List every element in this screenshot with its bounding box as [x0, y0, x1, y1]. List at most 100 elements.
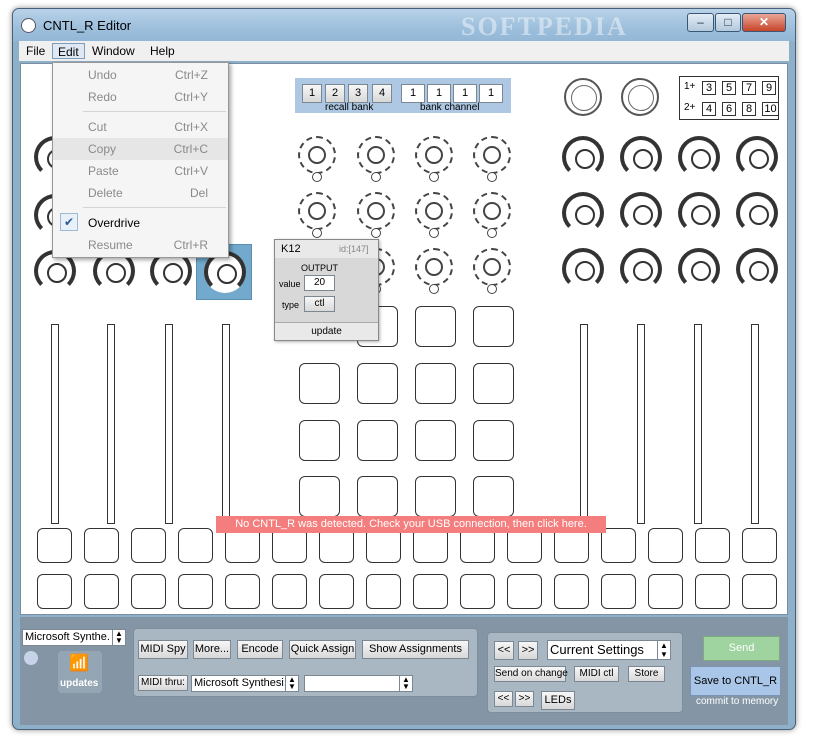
- button-row2-10[interactable]: [460, 574, 495, 609]
- knob-r3-2[interactable]: [620, 248, 662, 290]
- maximize-button[interactable]: □: [715, 13, 741, 32]
- menu-window[interactable]: Window: [87, 43, 140, 59]
- inspector-type-field[interactable]: ctl: [304, 296, 335, 312]
- midi-thru-select-2[interactable]: ▲ ▼: [304, 675, 413, 692]
- menu-item-undo[interactable]: Undo Ctrl+Z: [53, 64, 228, 86]
- button-row2-9[interactable]: [413, 574, 448, 609]
- pad-4-2[interactable]: [357, 476, 398, 517]
- show-assignments-button[interactable]: Show Assignments: [362, 640, 469, 659]
- settings-next-button[interactable]: >>: [518, 641, 538, 660]
- menu-item-paste[interactable]: Paste Ctrl+V: [53, 160, 228, 182]
- knob-r3-1[interactable]: [562, 248, 604, 290]
- mode-box-9[interactable]: 9: [762, 81, 776, 95]
- dash-knob-1-1[interactable]: [298, 136, 336, 182]
- pad-3-2[interactable]: [357, 420, 398, 461]
- dash-knob-3-3[interactable]: [415, 248, 453, 294]
- button-row2-16[interactable]: [742, 574, 777, 609]
- send-button[interactable]: Send: [703, 636, 780, 661]
- save-to-device-button[interactable]: Save to CNTL_R: [690, 666, 781, 696]
- dash-knob-1-2[interactable]: [357, 136, 395, 182]
- button-row1-14[interactable]: [648, 528, 683, 563]
- settings-select[interactable]: Current Settings ▲ ▼: [547, 640, 671, 660]
- knob-r2-4[interactable]: [736, 192, 778, 234]
- inspector-value-field[interactable]: 20: [304, 275, 335, 291]
- button-row2-1[interactable]: [37, 574, 72, 609]
- dash-knob-1-4[interactable]: [473, 136, 511, 182]
- menu-file[interactable]: File: [21, 43, 50, 59]
- pad-3-1[interactable]: [299, 420, 340, 461]
- button-row2-15[interactable]: [695, 574, 730, 609]
- leds-button[interactable]: LEDs: [541, 691, 575, 710]
- button-row1-13[interactable]: [601, 528, 636, 563]
- pad-4-4[interactable]: [473, 476, 514, 517]
- mode-box-3[interactable]: 3: [702, 81, 716, 95]
- fader-8[interactable]: [751, 324, 759, 524]
- knob-r1-4[interactable]: [736, 136, 778, 178]
- inspector-update-button[interactable]: update: [275, 322, 378, 340]
- bank-channel-4[interactable]: 1: [479, 84, 503, 103]
- button-row2-14[interactable]: [648, 574, 683, 609]
- mode-box-8[interactable]: 8: [742, 102, 756, 116]
- knob-r1-1[interactable]: [562, 136, 604, 178]
- button-row1-5[interactable]: [225, 528, 260, 563]
- mode-box-10[interactable]: 10: [762, 102, 779, 116]
- button-row2-11[interactable]: [507, 574, 542, 609]
- store-button[interactable]: Store: [628, 666, 665, 682]
- fader-1[interactable]: [51, 324, 59, 524]
- midi-device-select[interactable]: Microsoft Synthe. ▲ ▼: [22, 629, 126, 646]
- pad-2-3[interactable]: [415, 363, 456, 404]
- knob-r3-3[interactable]: [678, 248, 720, 290]
- button-row1-15[interactable]: [695, 528, 730, 563]
- button-row2-7[interactable]: [319, 574, 354, 609]
- midi-ctl-button[interactable]: MIDI ctl: [574, 666, 619, 682]
- bank-channel-1[interactable]: 1: [401, 84, 425, 103]
- knob-r3-4[interactable]: [736, 248, 778, 290]
- knob-r2-3[interactable]: [678, 192, 720, 234]
- pad-1-3[interactable]: [415, 306, 456, 347]
- button-row1-4[interactable]: [178, 528, 213, 563]
- bank-channel-2[interactable]: 1: [427, 84, 451, 103]
- pad-4-1[interactable]: [299, 476, 340, 517]
- button-row2-3[interactable]: [131, 574, 166, 609]
- button-row2-12[interactable]: [554, 574, 589, 609]
- menu-item-delete[interactable]: Delete Del: [53, 182, 228, 204]
- quick-assign-button[interactable]: Quick Assign: [289, 640, 356, 659]
- button-row1-11[interactable]: [507, 528, 542, 563]
- pad-2-2[interactable]: [357, 363, 398, 404]
- pad-1-4[interactable]: [473, 306, 514, 347]
- settings-prev-button[interactable]: <<: [494, 641, 514, 660]
- fader-3[interactable]: [165, 324, 173, 524]
- updates-button[interactable]: 📶 updates: [58, 651, 102, 693]
- button-row1-2[interactable]: [84, 528, 119, 563]
- menu-item-redo[interactable]: Redo Ctrl+Y: [53, 86, 228, 108]
- pad-2-1[interactable]: [299, 363, 340, 404]
- encode-button[interactable]: Encode: [237, 640, 283, 659]
- menu-help[interactable]: Help: [145, 43, 180, 59]
- fader-6[interactable]: [637, 324, 645, 524]
- midi-spy-button[interactable]: MIDI Spy: [138, 640, 188, 659]
- fader-5[interactable]: [580, 324, 588, 524]
- recall-bank-4-button[interactable]: 4: [372, 84, 392, 103]
- leds-next-button[interactable]: >>: [515, 691, 534, 707]
- pad-4-3[interactable]: [415, 476, 456, 517]
- button-row1-1[interactable]: [37, 528, 72, 563]
- button-row2-5[interactable]: [225, 574, 260, 609]
- menu-item-copy[interactable]: Copy Ctrl+C: [53, 138, 228, 160]
- bank-channel-3[interactable]: 1: [453, 84, 477, 103]
- recall-bank-1-button[interactable]: 1: [302, 84, 322, 103]
- button-row1-10[interactable]: [460, 528, 495, 563]
- knob-r2-1[interactable]: [562, 192, 604, 234]
- fader-2[interactable]: [107, 324, 115, 524]
- menu-item-overdrive[interactable]: ✔ Overdrive: [53, 212, 228, 234]
- button-row1-16[interactable]: [742, 528, 777, 563]
- button-row1-6[interactable]: [272, 528, 307, 563]
- recall-bank-3-button[interactable]: 3: [348, 84, 368, 103]
- recall-bank-2-button[interactable]: 2: [325, 84, 345, 103]
- button-row1-9[interactable]: [413, 528, 448, 563]
- menu-edit[interactable]: Edit: [52, 43, 85, 59]
- mode-box-7[interactable]: 7: [742, 81, 756, 95]
- menu-item-cut[interactable]: Cut Ctrl+X: [53, 116, 228, 138]
- knob-r2-2[interactable]: [620, 192, 662, 234]
- button-row2-6[interactable]: [272, 574, 307, 609]
- encoder-knob-2[interactable]: [621, 78, 659, 116]
